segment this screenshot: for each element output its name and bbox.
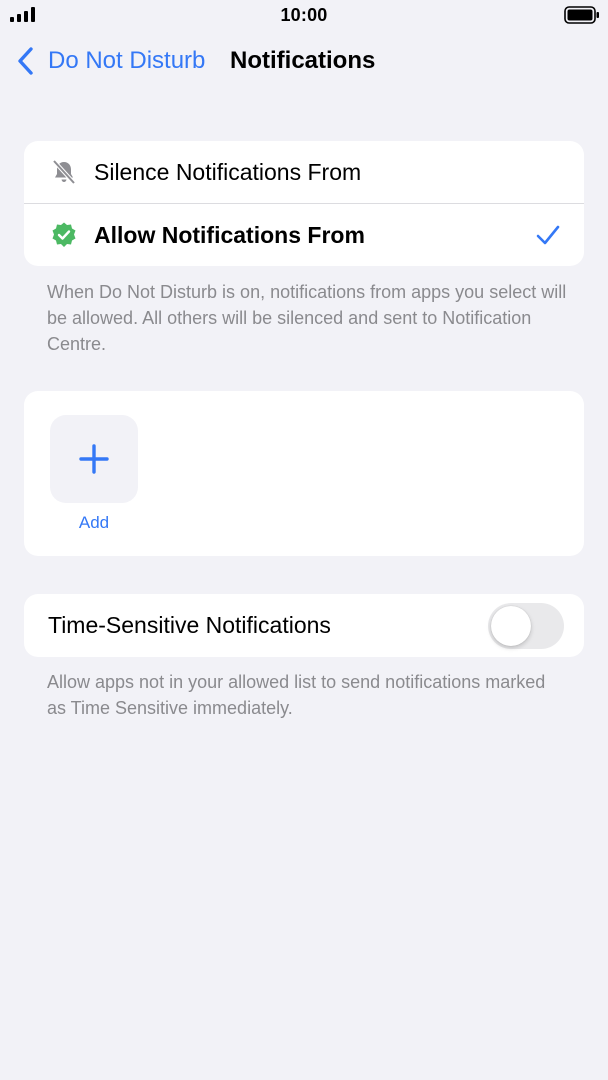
add-app-label[interactable]: Add [50,513,138,533]
option-label: Silence Notifications From [94,158,362,185]
status-time: 10:00 [280,5,328,25]
option-silence-notifications[interactable]: Silence Notifications From [24,141,584,203]
back-button-label: Do Not Disturb [48,47,206,74]
checkmark-icon [536,225,560,245]
add-app-button[interactable] [50,415,138,503]
checkmark-seal-icon [52,222,76,247]
mode-footnote: When Do Not Disturb is on, notifications… [47,282,567,354]
time-sensitive-label: Time-Sensitive Notifications [48,612,331,638]
option-allow-notifications[interactable]: Allow Notifications From [24,203,584,266]
page-title: Notifications [230,47,376,74]
battery-icon [564,6,599,24]
time-sensitive-row: Time-Sensitive Notifications [24,594,584,657]
bell-slash-icon [52,159,76,185]
navigation-bar: Do Not Disturb Notifications [0,40,608,84]
allowed-apps-group: Add [24,391,584,556]
back-button[interactable]: Do Not Disturb [16,46,205,76]
time-sensitive-footnote: Allow apps not in your allowed list to s… [47,672,546,718]
status-bar: 10:00 [0,0,608,30]
time-sensitive-toggle[interactable] [488,603,564,649]
option-label: Allow Notifications From [94,221,365,248]
chevron-left-icon [18,47,33,75]
time-sensitive-group: Time-Sensitive Notifications [24,594,584,657]
toggle-knob [491,606,531,646]
plus-icon [79,444,109,474]
notification-mode-group: Silence Notifications From Allow Notific… [24,141,584,266]
